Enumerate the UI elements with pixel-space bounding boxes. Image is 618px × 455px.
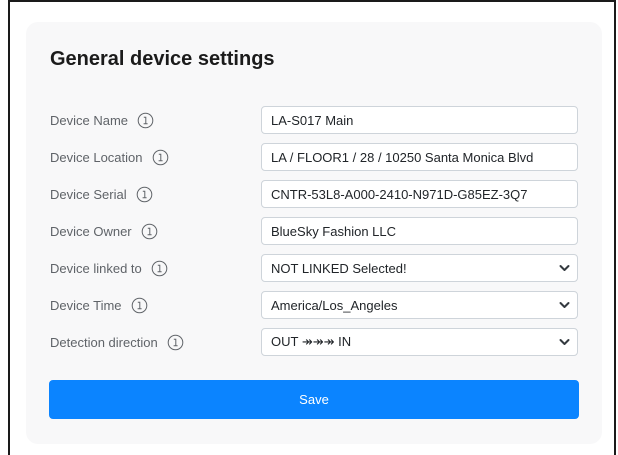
device-location-label-text: Device Location [50, 149, 143, 165]
info-icon[interactable] [137, 112, 154, 129]
device-serial-row: Device Serial [26, 180, 602, 208]
device-time-label-text: Device Time [50, 297, 122, 313]
info-icon[interactable] [167, 334, 184, 351]
info-icon[interactable] [152, 149, 169, 166]
device-time-row: Device Time America/Los_Angeles [26, 291, 602, 319]
chevron-down-icon [559, 265, 570, 271]
chevron-down-icon [559, 339, 570, 345]
info-icon[interactable] [141, 223, 158, 240]
info-icon[interactable] [136, 186, 153, 203]
device-serial-label-text: Device Serial [50, 186, 127, 202]
detection-direction-label-text: Detection direction [50, 334, 158, 350]
card-title: General device settings [50, 48, 275, 70]
device-owner-row: Device Owner [26, 217, 602, 245]
save-button[interactable]: Save [49, 380, 579, 419]
device-settings-card: General device settings Device Name Devi… [26, 22, 602, 444]
device-location-label: Device Location [50, 143, 169, 171]
device-linked-to-label: Device linked to [50, 254, 168, 282]
device-name-row: Device Name [26, 106, 602, 134]
device-serial-input[interactable] [261, 180, 578, 208]
device-linked-to-select[interactable]: NOT LINKED Selected! [261, 254, 578, 282]
detection-direction-label: Detection direction [50, 328, 184, 356]
device-time-label: Device Time [50, 291, 148, 319]
device-linked-to-row: Device linked to NOT LINKED Selected! [26, 254, 602, 282]
device-serial-label: Device Serial [50, 180, 153, 208]
device-owner-label: Device Owner [50, 217, 158, 245]
detection-direction-select[interactable]: OUT ↠↠↠ IN [261, 328, 578, 356]
device-owner-input[interactable] [261, 217, 578, 245]
device-location-input[interactable] [261, 143, 578, 171]
device-linked-to-label-text: Device linked to [50, 260, 142, 276]
device-time-selected-value: America/Los_Angeles [271, 297, 398, 313]
info-icon[interactable] [131, 297, 148, 314]
device-owner-label-text: Device Owner [50, 223, 132, 239]
device-time-select[interactable]: America/Los_Angeles [261, 291, 578, 319]
device-name-input[interactable] [261, 106, 578, 134]
info-icon[interactable] [151, 260, 168, 277]
device-location-row: Device Location [26, 143, 602, 171]
chevron-down-icon [559, 302, 570, 308]
detection-direction-selected-value: OUT ↠↠↠ IN [271, 334, 352, 349]
device-linked-to-selected-value: NOT LINKED Selected! [271, 260, 407, 276]
detection-direction-row: Detection direction OUT ↠↠↠ IN [26, 328, 602, 356]
device-name-label-text: Device Name [50, 112, 129, 128]
device-name-label: Device Name [50, 106, 154, 134]
